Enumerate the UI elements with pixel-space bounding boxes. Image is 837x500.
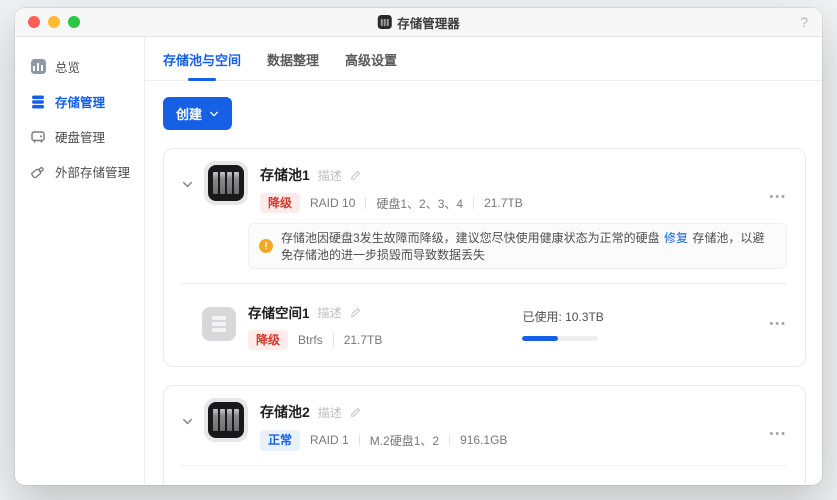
pool-status-badge: 正常 <box>260 430 301 451</box>
pool-status-badge: 降级 <box>260 193 301 214</box>
volume-row: 存储空间2 描述 正常 Btrfs 916GB <box>180 480 787 485</box>
sidebar-item-label: 总览 <box>55 61 81 75</box>
volume-name: 存储空间1 <box>248 306 310 322</box>
pool-disks: M.2硬盘1、2 <box>369 433 440 448</box>
volume-filesystem: Btrfs <box>298 333 323 348</box>
sidebar-item-label: 外部存储管理 <box>55 166 131 180</box>
tab-bar: 存储池与空间 数据整理 高级设置 <box>145 37 822 81</box>
sidebar-item-overview[interactable]: 总览 <box>15 49 144 84</box>
pool-name: 存储池1 <box>260 167 310 183</box>
usage-progress-bar <box>522 335 599 341</box>
pool-more-actions-button[interactable]: ••• <box>769 191 787 203</box>
hard-disk-icon <box>30 129 46 145</box>
pool-description-placeholder: 描述 <box>317 405 342 420</box>
window-title: 存储管理器 <box>397 16 460 31</box>
zoom-window-button[interactable] <box>68 16 80 28</box>
pool-more-actions-button[interactable]: ••• <box>769 428 787 440</box>
storage-stack-icon <box>30 94 46 110</box>
window-title-group: 存储管理器 <box>377 8 460 36</box>
volume-description-placeholder: 描述 <box>317 305 342 320</box>
tab-data-scrubbing[interactable]: 数据整理 <box>267 50 319 80</box>
storage-manager-app-icon <box>377 15 392 29</box>
pool-header: 存储池1 描述 降级 RAID 10 硬盘1、2、3、4 21.7TB ••• <box>180 161 787 214</box>
volume-row: 存储空间1 描述 降级 Btrfs 21.7TB 已使用: 10.3TB ••• <box>180 298 787 351</box>
tab-pools-and-volumes[interactable]: 存储池与空间 <box>163 50 241 80</box>
collapse-chevron-icon[interactable] <box>180 178 194 191</box>
sidebar-item-disk-management[interactable]: 硬盘管理 <box>15 119 144 154</box>
warning-icon: ! <box>259 239 273 254</box>
titlebar: 存储管理器 ? <box>15 8 822 37</box>
chevron-down-icon <box>210 111 219 116</box>
divider <box>358 434 360 447</box>
pool-size: 21.7TB <box>484 196 523 211</box>
divider <box>180 283 787 285</box>
repair-link[interactable]: 修复 <box>664 231 688 245</box>
usage-progress-fill <box>522 335 559 341</box>
volume-icon <box>202 307 236 342</box>
divider <box>365 197 367 210</box>
volume-size: 21.7TB <box>343 333 383 348</box>
edit-pencil-icon[interactable] <box>350 307 361 318</box>
overview-icon <box>30 59 46 75</box>
pool-raid-type: RAID 10 <box>310 196 356 211</box>
tab-advanced-settings[interactable]: 高级设置 <box>345 50 397 80</box>
storage-manager-window: 存储管理器 ? 总览 存储管理 硬盘管理 外部存储管理 存储池与空间 数据整理 … <box>15 8 822 485</box>
pool-name: 存储池2 <box>260 404 310 421</box>
minimize-window-button[interactable] <box>48 16 60 28</box>
pool-disks: 硬盘1、2、3、4 <box>376 196 464 211</box>
sidebar-item-label: 存储管理 <box>55 96 106 110</box>
collapse-chevron-icon[interactable] <box>180 415 194 428</box>
volume-used-label: 已使用: 10.3TB <box>522 309 604 324</box>
volume-name: 存储空间2 <box>248 484 310 485</box>
sidebar-item-external-storage[interactable]: 外部存储管理 <box>15 154 144 189</box>
create-button[interactable]: 创建 <box>163 97 233 130</box>
divider <box>180 464 787 466</box>
pool-degraded-warning: ! 存储池因硬盘3发生故障而降级，建议您尽快使用健康状态为正常的硬盘 修复 存储… <box>248 223 787 270</box>
volume-more-actions-button[interactable]: ••• <box>769 318 787 330</box>
pool-size: 916.1GB <box>460 433 508 448</box>
divider <box>449 434 451 447</box>
storage-pool-card: 存储池1 描述 降级 RAID 10 硬盘1、2、3、4 21.7TB ••• … <box>163 148 806 368</box>
sidebar-item-storage-management[interactable]: 存储管理 <box>15 84 144 119</box>
pool-raid-type: RAID 1 <box>310 433 349 448</box>
divider <box>332 334 334 347</box>
storage-pool-card: 存储池2 描述 正常 RAID 1 M.2硬盘1、2 916.1GB ••• <box>163 385 806 485</box>
edit-pencil-icon[interactable] <box>350 170 361 181</box>
sidebar: 总览 存储管理 硬盘管理 外部存储管理 <box>15 37 145 484</box>
divider <box>473 197 475 210</box>
volume-usage: 已使用: 10.3TB <box>522 308 757 341</box>
nas-pool-icon <box>204 161 248 205</box>
nas-pool-icon <box>204 398 248 443</box>
traffic-lights <box>28 16 80 28</box>
sidebar-item-label: 硬盘管理 <box>55 131 106 145</box>
warning-text: 存储池因硬盘3发生故障而降级，建议您尽快使用健康状态为正常的硬盘 修复 存储池，… <box>281 229 776 263</box>
warning-text-before: 存储池因硬盘3发生故障而降级，建议您尽快使用健康状态为正常的硬盘 <box>281 231 660 246</box>
volume-status-badge: 降级 <box>248 330 289 351</box>
help-icon[interactable]: ? <box>800 14 808 30</box>
edit-pencil-icon[interactable] <box>350 407 361 418</box>
main-panel: 存储池与空间 数据整理 高级设置 创建 存储池1 描述 降级 RAID 10 硬… <box>145 37 822 485</box>
pool-header: 存储池2 描述 正常 RAID 1 M.2硬盘1、2 916.1GB ••• <box>180 398 787 451</box>
create-button-label: 创建 <box>176 107 203 122</box>
usb-drive-icon <box>30 164 46 180</box>
close-window-button[interactable] <box>28 16 40 28</box>
pool-description-placeholder: 描述 <box>317 168 342 183</box>
